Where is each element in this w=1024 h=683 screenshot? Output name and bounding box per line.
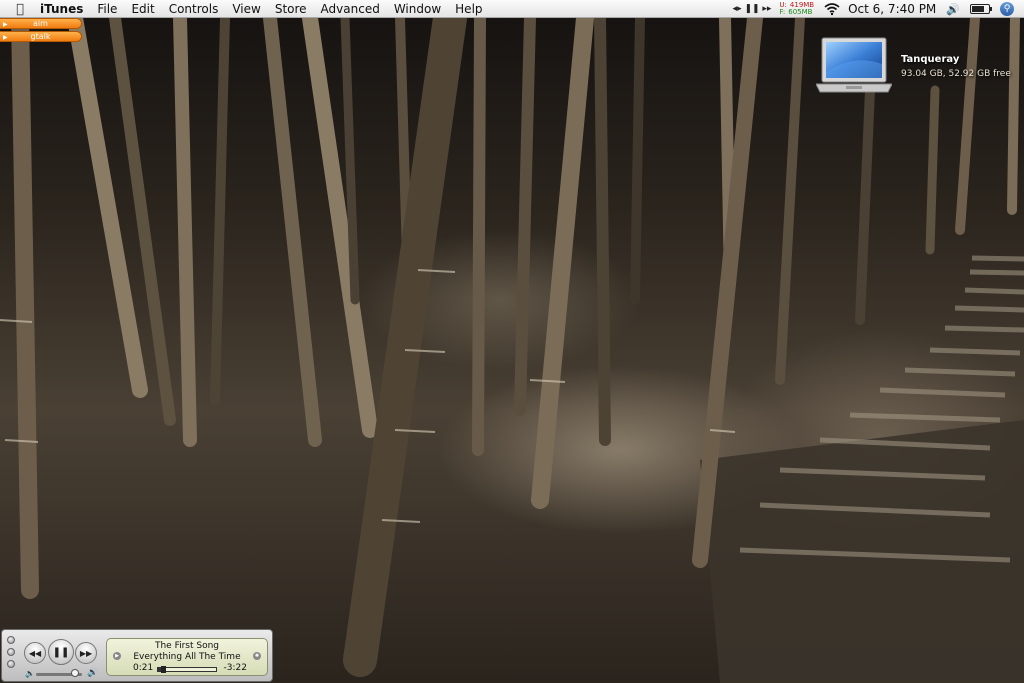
close-button[interactable] [7,636,15,644]
itunes-mini-player[interactable]: ◀◀ ❚❚ ▶▶ 🔈 🔊 The First Song ▶ Everything… [1,629,273,682]
battery-level [972,6,984,12]
apple-icon[interactable]:  [0,2,40,17]
genius-icon[interactable]: ✺ [253,652,261,660]
previous-track-button[interactable]: ◀◀ [24,642,46,664]
menu-bar:  iTunes File Edit Controls View Store A… [0,0,1024,18]
desktop-drive-item[interactable]: Tanqueray 93.04 GB, 52.92 GB free [816,36,1024,96]
desktop-wallpaper [0,0,1024,683]
playhead[interactable] [161,666,167,673]
gtalk-label: gtalk [30,32,51,41]
minimize-button[interactable] [7,648,15,656]
memory-monitor[interactable]: U: 419MB F: 605MB [779,2,814,16]
drive-info: 93.04 GB, 52.92 GB free [901,69,1011,79]
menu-store[interactable]: Store [275,2,307,16]
pause-button[interactable]: ❚❚ [48,639,74,665]
fast-forward-icon: ▶▶ [79,648,93,658]
menu-help[interactable]: Help [455,2,482,16]
menu-window[interactable]: Window [394,2,441,16]
volume-low-icon: 🔈 [25,669,35,678]
song-title: The First Song [154,641,220,651]
next-track-button[interactable]: ▶▶ [75,642,97,664]
aim-widget[interactable]: ▶ aim [0,18,82,29]
volume-high-icon: 🔊 [87,668,99,678]
menubar-itunes-controls[interactable]: ◂▸ ❚❚ ▸▸ [733,4,772,14]
bamboo-forest-image [0,1,1024,683]
menu-file[interactable]: File [97,2,117,16]
menu-controls[interactable]: Controls [169,2,219,16]
gtalk-widget[interactable]: ▶ gtalk [0,31,82,42]
rewind-icon: ◀◀ [28,648,42,658]
disclosure-triangle-icon: ▶ [3,34,8,41]
pause-icon: ❚❚ [52,646,70,658]
remaining-time[interactable]: -3:22 [224,663,247,673]
wifi-icon[interactable] [824,2,840,16]
zoom-button[interactable] [7,660,15,668]
menu-view[interactable]: View [232,2,260,16]
disclosure-triangle-icon: ▶ [3,21,8,28]
menu-app-name[interactable]: iTunes [40,2,83,16]
battery-icon[interactable] [970,4,992,14]
menu-advanced[interactable]: Advanced [321,2,380,16]
playback-progress-bar[interactable] [157,666,217,673]
menubar-clock[interactable]: Oct 6, 7:40 PM [848,2,936,16]
menu-edit[interactable]: Edit [131,2,154,16]
volume-icon[interactable]: 🔊 [946,3,960,16]
laptop-drive-icon[interactable] [816,36,892,96]
drive-name: Tanqueray [901,54,960,65]
spotlight-icon[interactable]: ⚲ [1000,2,1014,16]
aim-label: aim [33,19,48,28]
now-playing-display[interactable]: The First Song ▶ Everything All The Time… [106,638,268,676]
elapsed-time[interactable]: 0:21 [133,663,153,673]
song-artist: Everything All The Time [133,652,241,662]
memory-free: 605MB [788,8,813,16]
